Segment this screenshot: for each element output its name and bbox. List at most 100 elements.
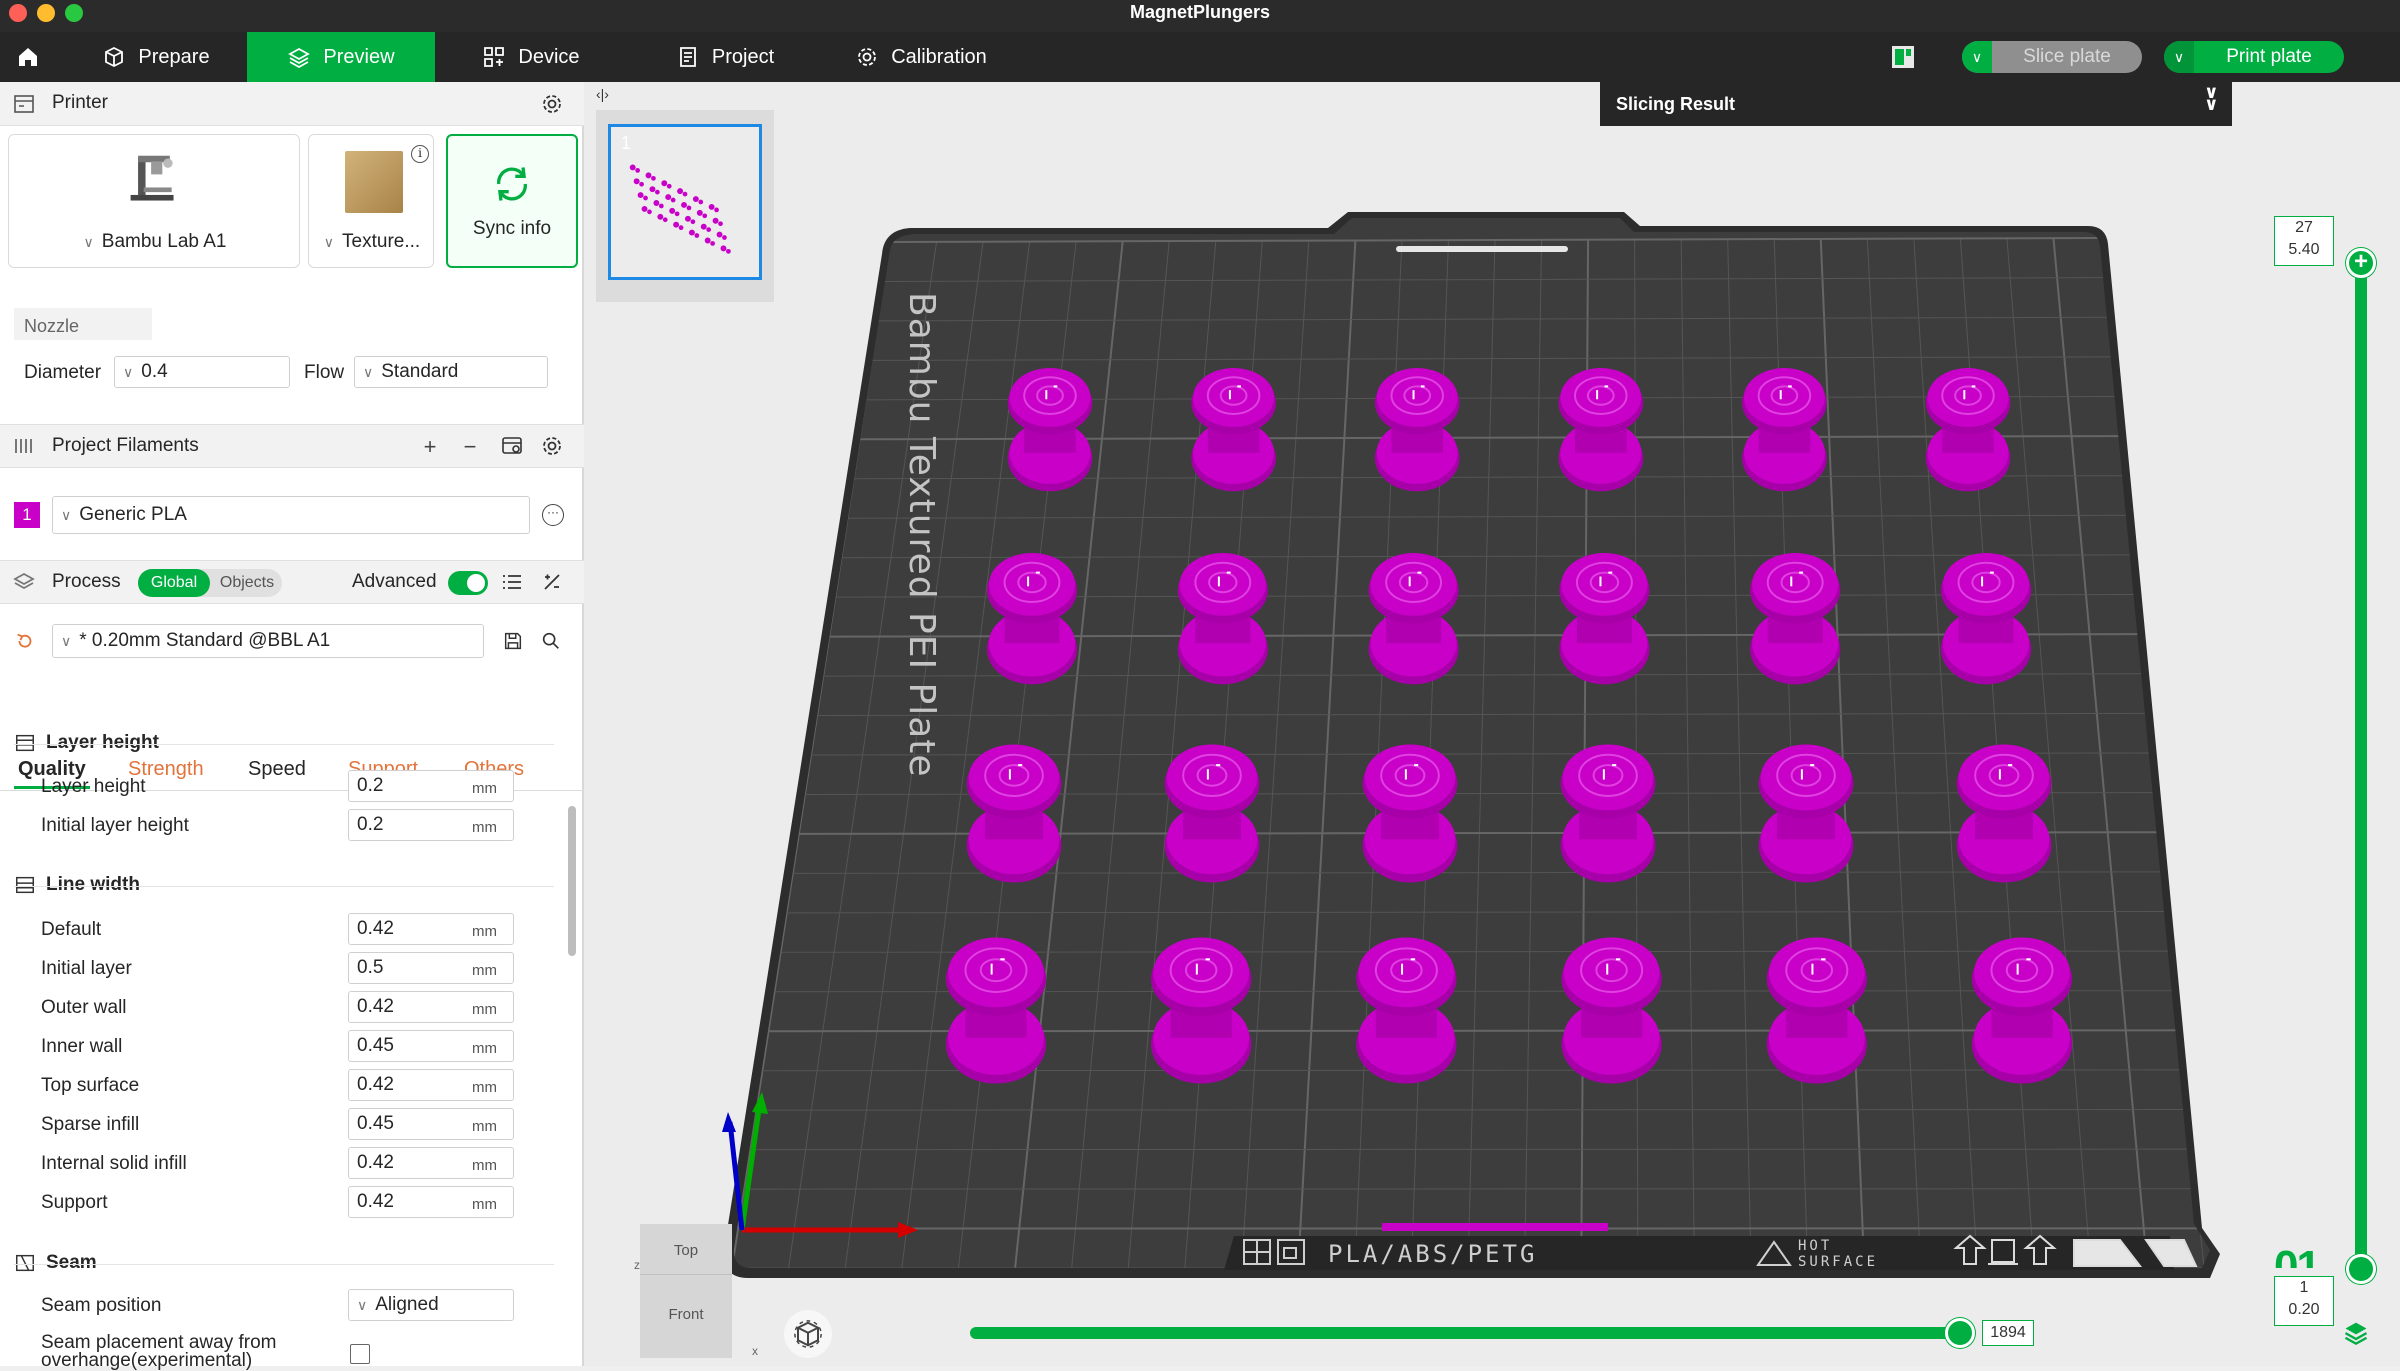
slicing-result-panel[interactable]: Slicing Result ∨∨ xyxy=(1600,82,2232,126)
add-filament-icon[interactable]: + xyxy=(418,435,442,459)
chevron-down-icon: ∨ xyxy=(84,234,94,250)
printer-icon xyxy=(12,92,36,116)
thumbnail-object xyxy=(651,176,656,181)
thumbnail-object xyxy=(639,182,644,187)
unit-label: mm xyxy=(472,1118,497,1135)
thumbnail-object xyxy=(717,232,723,238)
collapse-sidebar-button[interactable]: ‹|› xyxy=(596,86,618,108)
setting-label: Layer height xyxy=(41,776,146,798)
seam-group: Seam xyxy=(14,1252,97,1274)
tab-label: Prepare xyxy=(138,46,209,69)
thumbnail-object xyxy=(705,238,711,244)
layer-top-label: 275.40 xyxy=(2274,216,2334,266)
sync-info-button[interactable]: Sync info xyxy=(446,134,578,268)
plate-thumbnail[interactable]: 1 xyxy=(608,124,762,280)
plate-type-name: ∨Texture... xyxy=(309,231,435,253)
filament-index-badge[interactable]: 1 xyxy=(14,502,40,528)
view-front-label: Front xyxy=(640,1306,732,1323)
info-icon[interactable]: i xyxy=(411,145,429,163)
gear-icon[interactable] xyxy=(540,434,564,458)
save-icon[interactable] xyxy=(502,630,524,652)
title-bar: MagnetPlungers xyxy=(0,0,2400,32)
thumbnail-object xyxy=(726,249,731,254)
list-icon[interactable] xyxy=(500,570,524,594)
thumbnail-object xyxy=(702,213,707,218)
process-layers-icon xyxy=(12,570,36,594)
view-cube[interactable]: Top Front xyxy=(640,1224,732,1358)
tab-calibration[interactable]: Calibration xyxy=(836,32,1006,82)
diameter-select[interactable]: ∨0.4 xyxy=(114,356,290,388)
collapse-chevron-icon[interactable]: ∨∨ xyxy=(2204,86,2219,110)
tab-prepare[interactable]: Prepare xyxy=(76,32,236,82)
move-slider-thumb[interactable] xyxy=(1945,1318,1975,1348)
setting-label: Sparse infill xyxy=(41,1114,139,1136)
move-slider[interactable]: 1894 xyxy=(970,1318,2000,1348)
chevron-down-icon: ∨ xyxy=(1972,49,1982,66)
unit-label: mm xyxy=(472,1001,497,1018)
window-title: MagnetPlungers xyxy=(0,0,2400,24)
print-plate-button[interactable]: ∨ Print plate xyxy=(2164,41,2344,73)
thumbnail-object xyxy=(634,178,640,184)
layer-bottom-thumb[interactable] xyxy=(2346,1254,2376,1284)
compare-icon[interactable] xyxy=(540,570,564,594)
thumbnail-object xyxy=(709,204,715,210)
thumbnail-object xyxy=(663,217,668,222)
thumbnail-object xyxy=(693,196,699,202)
tab-label: Calibration xyxy=(891,46,987,69)
group-divider xyxy=(14,744,554,745)
setting-label: Initial layer xyxy=(41,958,132,980)
reset-icon[interactable] xyxy=(14,630,36,652)
thumbnail-object xyxy=(675,211,680,216)
search-icon[interactable] xyxy=(540,630,562,652)
objects-toggle-option[interactable]: Objects xyxy=(212,569,282,597)
gear-icon[interactable] xyxy=(540,92,564,116)
process-preset-select[interactable]: ∨* 0.20mm Standard @BBL A1 xyxy=(52,624,484,658)
tab-label: Device xyxy=(518,46,579,69)
tab-preview[interactable]: Preview xyxy=(247,32,435,82)
setting-label: Top surface xyxy=(41,1075,139,1097)
filament-manager-icon[interactable] xyxy=(500,434,524,458)
unit-label: mm xyxy=(472,923,497,940)
plate-type-card[interactable]: i ∨Texture... xyxy=(308,134,434,268)
seam-away-checkbox[interactable] xyxy=(350,1344,370,1364)
group-divider xyxy=(14,886,554,887)
unit-label: mm xyxy=(472,962,497,979)
filament-select[interactable]: ∨Generic PLA xyxy=(52,496,530,534)
chevron-down-icon: ∨ xyxy=(363,364,373,381)
thumbnail-object xyxy=(710,241,715,246)
setting-label: Support xyxy=(41,1192,108,1214)
slice-plate-button[interactable]: ∨ Slice plate xyxy=(1962,41,2142,73)
3d-viewport[interactable]: Bambu Textured PEI Plate PLA/ABS/PETG HO… xyxy=(584,82,2400,1366)
bed-handle xyxy=(1396,246,1568,252)
advanced-switch[interactable] xyxy=(448,571,488,595)
global-toggle-option[interactable]: Global xyxy=(138,569,210,597)
seam-icon xyxy=(14,1252,36,1274)
grid-line xyxy=(756,1110,2188,1111)
flow-select[interactable]: ∨Standard xyxy=(354,356,548,388)
more-options-icon[interactable]: ··· xyxy=(542,504,564,526)
tab-project[interactable]: Project xyxy=(660,32,790,82)
unit-label: mm xyxy=(472,1040,497,1057)
view-mode-button[interactable] xyxy=(784,1310,832,1358)
home-button[interactable] xyxy=(0,32,56,82)
print-dropdown-button[interactable]: ∨ xyxy=(2164,41,2194,73)
tab-device[interactable]: Device xyxy=(466,32,596,82)
layer-height-icon xyxy=(14,732,36,754)
layer-top-thumb[interactable]: + xyxy=(2346,248,2376,278)
remove-filament-icon[interactable]: − xyxy=(458,435,482,459)
seam-position-select[interactable]: ∨Aligned xyxy=(348,1289,514,1321)
settings-scrollbar[interactable] xyxy=(568,722,576,1282)
thumbnail-object xyxy=(643,196,648,201)
global-objects-toggle[interactable]: Global Objects xyxy=(138,569,282,597)
slice-plate-label: Slice plate xyxy=(1992,46,2142,68)
slice-dropdown-button[interactable]: ∨ xyxy=(1962,41,1992,73)
plate-name-text: Bambu Textured PEI Plate xyxy=(901,292,942,778)
layers-legend-icon[interactable] xyxy=(2342,1318,2370,1346)
slicing-result-title: Slicing Result xyxy=(1616,94,1735,115)
printer-select-card[interactable]: ∨Bambu Lab A1 xyxy=(8,134,300,268)
move-value-label: 1894 xyxy=(1982,1320,2034,1346)
tab-speed[interactable]: Speed xyxy=(248,758,306,781)
layout-toggle-button[interactable] xyxy=(1890,44,1916,70)
layer-slider[interactable]: + xyxy=(2346,248,2376,1284)
chevron-down-icon: ∨ xyxy=(357,1297,367,1314)
